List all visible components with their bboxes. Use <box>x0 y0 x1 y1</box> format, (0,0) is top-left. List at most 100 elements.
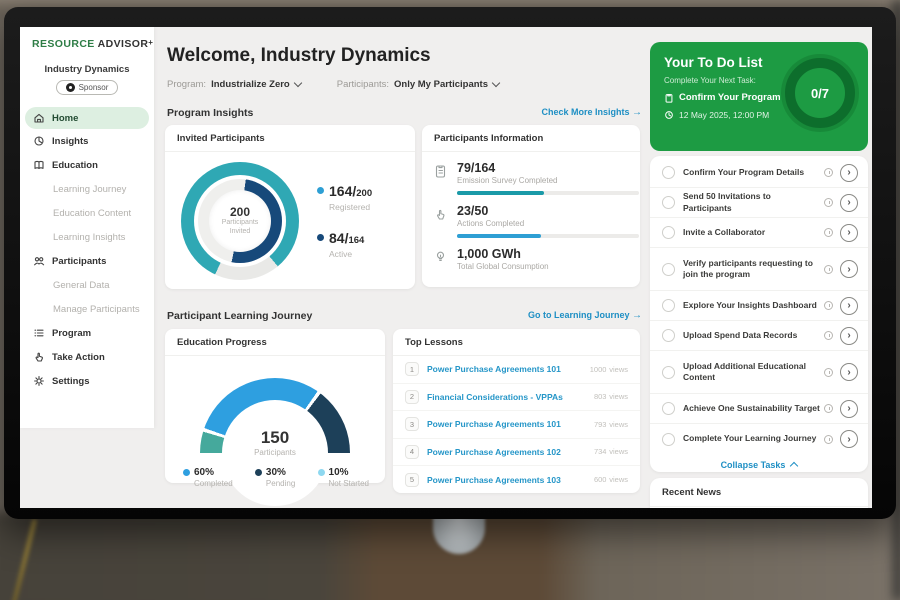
brand-logo: RESOURCE ADVISOR+ <box>20 27 154 50</box>
sponsor-badge: Sponsor <box>56 80 118 95</box>
card-title: Education Progress <box>165 329 385 356</box>
todo-summary-card: Your To Do List Complete Your Next Task:… <box>650 42 868 151</box>
task-label: Send 50 Invitations to Participants <box>683 191 820 213</box>
legend-not-started: 10% Not Started <box>318 467 369 488</box>
task-go-button[interactable]: › <box>840 224 858 242</box>
lesson-row[interactable]: 4 Power Purchase Agreements 102 734 view… <box>393 439 640 467</box>
program-dropdown[interactable]: Program: Industrialize Zero <box>167 79 301 90</box>
task-go-button[interactable]: › <box>840 194 858 212</box>
task-go-button[interactable]: › <box>840 327 858 345</box>
scene: RESOURCE ADVISOR+ Industry Dynamics Spon… <box>0 0 900 600</box>
lesson-link[interactable]: Power Purchase Agreements 103 <box>427 475 594 485</box>
task-label: Confirm Your Program Details <box>683 167 820 178</box>
page-title: Welcome, Industry Dynamics <box>167 45 431 67</box>
legend-pct: 60% <box>194 467 233 478</box>
sponsor-icon <box>66 83 75 92</box>
task-row[interactable]: Verify participants requesting to join t… <box>650 248 868 291</box>
lesson-row[interactable]: 2 Financial Considerations - VPPAs 803 v… <box>393 384 640 412</box>
program-insights-header: Program Insights Check More Insights → <box>167 107 642 119</box>
task-go-button[interactable]: › <box>840 363 858 381</box>
progress-fill <box>457 191 544 195</box>
participants-dropdown[interactable]: Participants: Only My Participants <box>337 79 499 90</box>
lesson-link[interactable]: Power Purchase Agreements 101 <box>427 364 590 374</box>
sidebar-item-insights[interactable]: Insights <box>20 129 154 153</box>
sidebar-item-settings[interactable]: Settings <box>20 369 154 393</box>
top-lessons-card: Top Lessons 1 Power Purchase Agreements … <box>393 329 640 493</box>
task-go-button[interactable]: › <box>840 164 858 182</box>
task-go-button[interactable]: › <box>840 297 858 315</box>
sidebar-item-program[interactable]: Program <box>20 321 154 345</box>
gauge-label: Participants <box>200 448 350 457</box>
lesson-link[interactable]: Power Purchase Agreements 101 <box>427 419 594 429</box>
collapse-tasks-link[interactable]: Collapse Tasks <box>650 454 868 475</box>
brand-plus: + <box>148 38 153 47</box>
lesson-row[interactable]: 5 Power Purchase Agreements 103 600 view… <box>393 466 640 494</box>
lesson-row[interactable]: 1 Power Purchase Agreements 101 1000 vie… <box>393 356 640 384</box>
lesson-link[interactable]: Power Purchase Agreements 102 <box>427 447 594 457</box>
sidebar: RESOURCE ADVISOR+ Industry Dynamics Spon… <box>20 27 154 428</box>
progress-fill <box>457 234 541 238</box>
task-checkbox[interactable] <box>662 402 675 415</box>
task-checkbox[interactable] <box>662 196 675 209</box>
task-checkbox[interactable] <box>662 329 675 342</box>
gear-icon <box>33 375 45 387</box>
sidebar-item-education-content[interactable]: Education Content <box>20 201 154 225</box>
clock-icon <box>824 168 833 177</box>
participants-donut-chart: 200 Participants Invited <box>181 162 299 280</box>
sidebar-item-label: Manage Participants <box>53 304 140 315</box>
survey-icon <box>434 164 450 195</box>
task-row[interactable]: Confirm Your Program Details › <box>650 158 868 188</box>
task-checkbox[interactable] <box>662 263 675 276</box>
consumption-icon <box>434 250 450 271</box>
section-title: Program Insights <box>167 107 253 119</box>
task-row[interactable]: Invite a Collaborator › <box>650 218 868 248</box>
task-row[interactable]: Explore Your Insights Dashboard › <box>650 291 868 321</box>
task-checkbox[interactable] <box>662 366 675 379</box>
task-row[interactable]: Upload Additional Educational Content › <box>650 351 868 394</box>
invited-count-label: Participants Invited <box>212 219 268 237</box>
clock-icon <box>824 435 833 444</box>
task-checkbox[interactable] <box>662 226 675 239</box>
check-more-insights-link[interactable]: Check More Insights → <box>541 107 642 119</box>
task-label: Complete Your Learning Journey <box>683 433 820 444</box>
list-icon <box>33 327 45 339</box>
todo-task-list: Confirm Your Program Details › Send 50 I… <box>650 156 868 472</box>
book-icon <box>33 159 45 171</box>
task-row[interactable]: Complete Your Learning Journey › <box>650 424 868 454</box>
legend-dot <box>255 469 262 476</box>
task-row[interactable]: Upload Spend Data Records › <box>650 321 868 351</box>
sidebar-item-participants[interactable]: Participants <box>20 249 154 273</box>
sidebar-item-label: Education <box>52 160 98 171</box>
task-go-button[interactable]: › <box>840 400 858 418</box>
stat-value: 23/50 <box>457 204 639 218</box>
stat-label: Actions Completed <box>457 219 639 228</box>
legend-label: Pending <box>266 479 295 488</box>
sidebar-item-general-data[interactable]: General Data <box>20 273 154 297</box>
learning-journey-header: Participant Learning Journey Go to Learn… <box>167 310 642 322</box>
task-row[interactable]: Send 50 Invitations to Participants › <box>650 188 868 218</box>
go-to-learning-journey-link[interactable]: Go to Learning Journey → <box>528 310 642 322</box>
sidebar-item-learning-journey[interactable]: Learning Journey <box>20 177 154 201</box>
task-go-button[interactable]: › <box>840 260 858 278</box>
program-label: Program: <box>167 79 206 90</box>
lesson-rank: 2 <box>405 390 419 404</box>
lesson-row[interactable]: 3 Power Purchase Agreements 101 793 view… <box>393 411 640 439</box>
task-checkbox[interactable] <box>662 299 675 312</box>
sidebar-item-manage-participants[interactable]: Manage Participants <box>20 297 154 321</box>
lesson-link[interactable]: Financial Considerations - VPPAs <box>427 392 594 402</box>
sidebar-item-education[interactable]: Education <box>20 153 154 177</box>
gauge-value: 150 <box>200 428 350 448</box>
participants-information-card: Participants Information 79/164 Emission… <box>422 125 640 287</box>
chevron-up-icon <box>790 462 798 470</box>
sidebar-item-take-action[interactable]: Take Action <box>20 345 154 369</box>
sidebar-item-home[interactable]: Home <box>25 107 149 129</box>
stat-row: 79/164 Emission Survey Completed <box>422 152 640 195</box>
sidebar-item-learning-insights[interactable]: Learning Insights <box>20 225 154 249</box>
lesson-rank: 4 <box>405 445 419 459</box>
task-go-button[interactable]: › <box>840 430 858 448</box>
monitor-bezel: RESOURCE ADVISOR+ Industry Dynamics Spon… <box>4 7 896 519</box>
task-row[interactable]: Achieve One Sustainability Target › <box>650 394 868 424</box>
task-checkbox[interactable] <box>662 166 675 179</box>
task-checkbox[interactable] <box>662 433 675 446</box>
org-name: Industry Dynamics <box>20 64 154 75</box>
